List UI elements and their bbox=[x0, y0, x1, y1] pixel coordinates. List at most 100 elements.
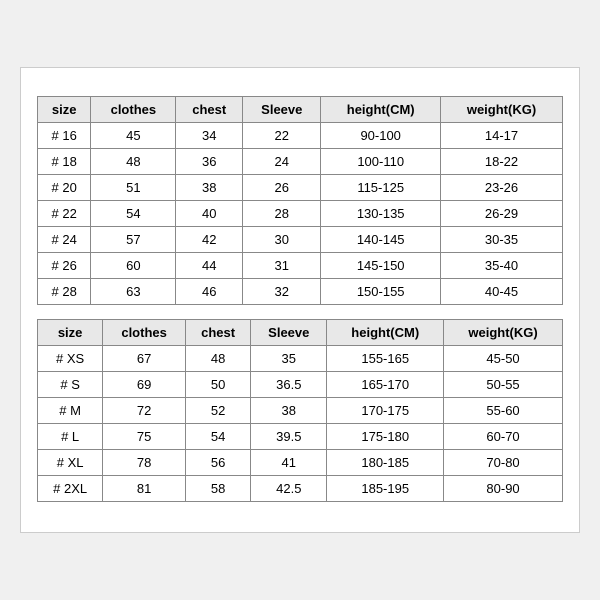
table-cell: 100-110 bbox=[321, 149, 441, 175]
table-cell: 38 bbox=[176, 175, 243, 201]
table-cell: 56 bbox=[185, 450, 250, 476]
table-cell: 48 bbox=[91, 149, 176, 175]
table-cell: # 2XL bbox=[38, 476, 103, 502]
table-cell: # S bbox=[38, 372, 103, 398]
table-cell: 45 bbox=[91, 123, 176, 149]
table2-body: # XS674835155-16545-50# S695036.5165-170… bbox=[38, 346, 563, 502]
table-row: # 20513826115-12523-26 bbox=[38, 175, 563, 201]
table-cell: 46 bbox=[176, 279, 243, 305]
table-row: # 26604431145-15035-40 bbox=[38, 253, 563, 279]
table-cell: 35-40 bbox=[441, 253, 563, 279]
table-cell: 42.5 bbox=[251, 476, 327, 502]
table-cell: 31 bbox=[243, 253, 321, 279]
table-cell: # L bbox=[38, 424, 103, 450]
table-cell: 150-155 bbox=[321, 279, 441, 305]
table-cell: 165-170 bbox=[327, 372, 444, 398]
table-row: # 22544028130-13526-29 bbox=[38, 201, 563, 227]
column-header: height(CM) bbox=[321, 97, 441, 123]
table-cell: # 20 bbox=[38, 175, 91, 201]
table-cell: 26-29 bbox=[441, 201, 563, 227]
table-row: # 24574230140-14530-35 bbox=[38, 227, 563, 253]
column-header: size bbox=[38, 97, 91, 123]
table-cell: 140-145 bbox=[321, 227, 441, 253]
table-row: # M725238170-17555-60 bbox=[38, 398, 563, 424]
size-table-2: sizeclotheschestSleeveheight(CM)weight(K… bbox=[37, 319, 563, 502]
column-header: Sleeve bbox=[243, 97, 321, 123]
table-cell: 30-35 bbox=[441, 227, 563, 253]
table-cell: 63 bbox=[91, 279, 176, 305]
table-cell: # 16 bbox=[38, 123, 91, 149]
table-cell: 60-70 bbox=[444, 424, 563, 450]
table-cell: 67 bbox=[103, 346, 186, 372]
table-cell: # 22 bbox=[38, 201, 91, 227]
table-cell: 115-125 bbox=[321, 175, 441, 201]
table-cell: 72 bbox=[103, 398, 186, 424]
table-cell: 24 bbox=[243, 149, 321, 175]
table-cell: 90-100 bbox=[321, 123, 441, 149]
column-header: weight(KG) bbox=[444, 320, 563, 346]
table-cell: 23-26 bbox=[441, 175, 563, 201]
table1-header-row: sizeclotheschestSleeveheight(CM)weight(K… bbox=[38, 97, 563, 123]
table-cell: # XL bbox=[38, 450, 103, 476]
table-cell: 30 bbox=[243, 227, 321, 253]
size-table-1: sizeclotheschestSleeveheight(CM)weight(K… bbox=[37, 96, 563, 305]
table-cell: 155-165 bbox=[327, 346, 444, 372]
table-cell: 80-90 bbox=[444, 476, 563, 502]
size-chart-card: sizeclotheschestSleeveheight(CM)weight(K… bbox=[20, 67, 580, 533]
table-row: # XL785641180-18570-80 bbox=[38, 450, 563, 476]
table-row: # 2XL815842.5185-19580-90 bbox=[38, 476, 563, 502]
column-header: chest bbox=[176, 97, 243, 123]
table-row: # S695036.5165-17050-55 bbox=[38, 372, 563, 398]
table-cell: 40-45 bbox=[441, 279, 563, 305]
table-cell: 130-135 bbox=[321, 201, 441, 227]
table-cell: 54 bbox=[185, 424, 250, 450]
table-row: # 28634632150-15540-45 bbox=[38, 279, 563, 305]
table-cell: 40 bbox=[176, 201, 243, 227]
table-cell: 81 bbox=[103, 476, 186, 502]
table-cell: 145-150 bbox=[321, 253, 441, 279]
column-header: chest bbox=[185, 320, 250, 346]
table-cell: 52 bbox=[185, 398, 250, 424]
table-cell: # 26 bbox=[38, 253, 91, 279]
table-cell: 50-55 bbox=[444, 372, 563, 398]
table-cell: 44 bbox=[176, 253, 243, 279]
table-cell: 51 bbox=[91, 175, 176, 201]
table-cell: 28 bbox=[243, 201, 321, 227]
table-cell: 55-60 bbox=[444, 398, 563, 424]
column-header: clothes bbox=[91, 97, 176, 123]
table-row: # 18483624100-11018-22 bbox=[38, 149, 563, 175]
table-cell: # 28 bbox=[38, 279, 91, 305]
table-cell: # M bbox=[38, 398, 103, 424]
column-header: clothes bbox=[103, 320, 186, 346]
column-header: Sleeve bbox=[251, 320, 327, 346]
table-cell: 69 bbox=[103, 372, 186, 398]
table-row: # 1645342290-10014-17 bbox=[38, 123, 563, 149]
table-cell: 38 bbox=[251, 398, 327, 424]
table-row: # L755439.5175-18060-70 bbox=[38, 424, 563, 450]
table-cell: # 24 bbox=[38, 227, 91, 253]
table-cell: 22 bbox=[243, 123, 321, 149]
table-cell: 42 bbox=[176, 227, 243, 253]
table2-header: sizeclotheschestSleeveheight(CM)weight(K… bbox=[38, 320, 563, 346]
table-cell: # XS bbox=[38, 346, 103, 372]
table-cell: 58 bbox=[185, 476, 250, 502]
table-cell: 78 bbox=[103, 450, 186, 476]
table-cell: 57 bbox=[91, 227, 176, 253]
table-cell: 180-185 bbox=[327, 450, 444, 476]
table-cell: 54 bbox=[91, 201, 176, 227]
column-header: size bbox=[38, 320, 103, 346]
table-cell: 170-175 bbox=[327, 398, 444, 424]
table-cell: 41 bbox=[251, 450, 327, 476]
table-cell: 60 bbox=[91, 253, 176, 279]
table-cell: 32 bbox=[243, 279, 321, 305]
table-cell: 48 bbox=[185, 346, 250, 372]
table-cell: 34 bbox=[176, 123, 243, 149]
column-header: height(CM) bbox=[327, 320, 444, 346]
table-cell: 39.5 bbox=[251, 424, 327, 450]
table-cell: 35 bbox=[251, 346, 327, 372]
table-cell: 36.5 bbox=[251, 372, 327, 398]
table-cell: 75 bbox=[103, 424, 186, 450]
table-cell: 45-50 bbox=[444, 346, 563, 372]
table1-header: sizeclotheschestSleeveheight(CM)weight(K… bbox=[38, 97, 563, 123]
table-row: # XS674835155-16545-50 bbox=[38, 346, 563, 372]
